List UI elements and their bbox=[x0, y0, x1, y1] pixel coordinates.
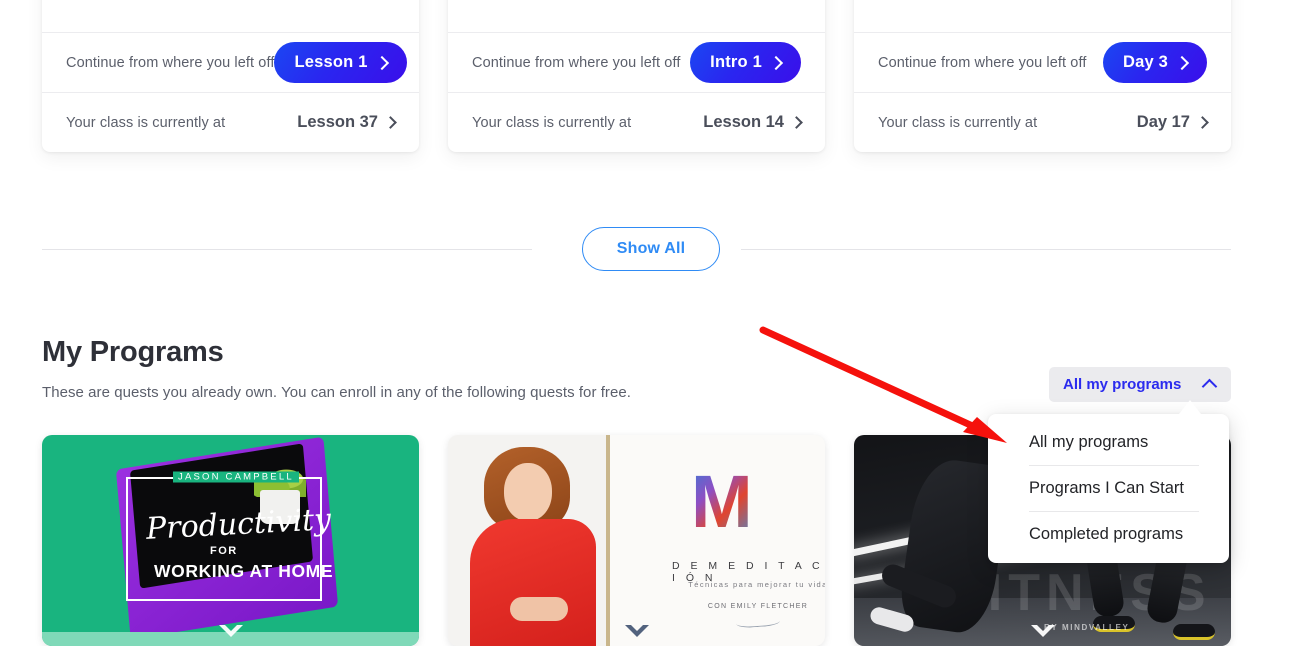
show-all-section: Show All bbox=[0, 227, 1302, 271]
dropdown-option-programs-i-can-start[interactable]: Programs I Can Start bbox=[988, 466, 1229, 511]
filter-dropdown-button[interactable]: All my programs bbox=[1049, 367, 1231, 402]
continue-label: Continue from where you left off bbox=[66, 54, 275, 71]
dropdown-option-completed-programs[interactable]: Completed programs bbox=[988, 512, 1229, 557]
page-title: My Programs bbox=[42, 336, 224, 368]
continue-label: Continue from where you left off bbox=[472, 54, 681, 71]
class-value-link[interactable]: Day 17 bbox=[1136, 113, 1209, 132]
continue-label: Continue from where you left off bbox=[878, 54, 1087, 71]
continue-cta-label: Lesson 1 bbox=[294, 53, 368, 71]
show-all-button[interactable]: Show All bbox=[581, 227, 721, 271]
mindvalley-logo-icon bbox=[624, 625, 649, 637]
class-value: Lesson 37 bbox=[297, 113, 378, 131]
chevron-right-icon bbox=[1196, 116, 1209, 129]
page-subtitle: These are quests you already own. You ca… bbox=[42, 384, 631, 401]
continue-cta-label: Intro 1 bbox=[710, 53, 762, 71]
chevron-right-icon bbox=[384, 116, 397, 129]
class-row: Your class is currently at Lesson 14 bbox=[448, 92, 825, 152]
continue-cta-button[interactable]: Day 3 bbox=[1102, 42, 1207, 83]
continue-card[interactable]: Continue from where you left off Lesson … bbox=[42, 0, 419, 152]
continue-cta-button[interactable]: Intro 1 bbox=[690, 42, 801, 83]
page-root: Continue from where you left off Lesson … bbox=[0, 0, 1302, 646]
dropdown-pointer bbox=[1179, 400, 1201, 414]
chevron-up-icon bbox=[1201, 378, 1218, 395]
program-card-meditacion[interactable]: M D E M E D I T A C I Ó N Técnicas para … bbox=[448, 435, 825, 646]
card-thumbnail bbox=[42, 0, 419, 32]
class-value: Day 17 bbox=[1136, 113, 1190, 131]
mindvalley-logo-icon bbox=[218, 625, 243, 637]
dropdown-option-all-my-programs[interactable]: All my programs bbox=[988, 420, 1229, 465]
program-author: CON EMILY FLETCHER bbox=[707, 603, 809, 610]
program-for-label: FOR bbox=[210, 545, 238, 557]
person-dress-graphic bbox=[470, 519, 596, 646]
continue-row: Continue from where you left off Intro 1 bbox=[448, 32, 825, 92]
chevron-right-icon bbox=[374, 55, 389, 70]
program-subtitle: Técnicas para mejorar tu vida bbox=[688, 580, 825, 589]
person-face-graphic bbox=[504, 463, 552, 521]
card-thumbnail bbox=[854, 0, 1231, 32]
filter-selected-label: All my programs bbox=[1063, 376, 1182, 393]
class-label: Your class is currently at bbox=[878, 114, 1038, 131]
continue-cta-label: Day 3 bbox=[1122, 53, 1168, 71]
wall-edge-graphic bbox=[606, 435, 610, 646]
second-runner-shoe-graphic bbox=[1173, 624, 1215, 640]
chevron-right-icon bbox=[790, 116, 803, 129]
continue-card[interactable]: Continue from where you left off Day 3 Y… bbox=[854, 0, 1231, 152]
continue-row: Continue from where you left off Day 3 bbox=[854, 32, 1231, 92]
program-card-productivity[interactable]: JASON CAMPBELL Productivity FOR WORKING … bbox=[42, 435, 419, 646]
card-thumbnail bbox=[448, 0, 825, 32]
continue-card[interactable]: Continue from where you left off Intro 1… bbox=[448, 0, 825, 152]
filter-dropdown-menu: All my programs Programs I Can Start Com… bbox=[988, 414, 1229, 563]
class-label: Your class is currently at bbox=[66, 114, 226, 131]
continue-cta-button[interactable]: Lesson 1 bbox=[274, 42, 407, 83]
chevron-right-icon bbox=[1174, 55, 1190, 70]
class-value-link[interactable]: Lesson 37 bbox=[297, 113, 397, 132]
program-author: JASON CAMPBELL bbox=[173, 471, 299, 483]
chevron-right-icon bbox=[768, 55, 784, 70]
mindvalley-logo-icon bbox=[1030, 625, 1055, 637]
continue-cards-row: Continue from where you left off Lesson … bbox=[42, 0, 1232, 152]
class-value: Lesson 14 bbox=[703, 113, 784, 131]
program-subtitle: BY MINDVALLEY bbox=[1044, 623, 1130, 632]
class-row: Your class is currently at Day 17 bbox=[854, 92, 1231, 152]
class-row: Your class is currently at Lesson 37 bbox=[42, 92, 419, 152]
person-arm-graphic bbox=[510, 597, 568, 621]
class-value-link[interactable]: Lesson 14 bbox=[703, 113, 803, 132]
program-subtitle: WORKING AT HOME bbox=[154, 561, 334, 581]
program-letter-logo: M bbox=[691, 460, 753, 543]
divider-right bbox=[741, 249, 1231, 250]
divider-left bbox=[42, 249, 532, 250]
continue-row: Continue from where you left off Lesson … bbox=[42, 32, 419, 92]
class-label: Your class is currently at bbox=[472, 114, 632, 131]
